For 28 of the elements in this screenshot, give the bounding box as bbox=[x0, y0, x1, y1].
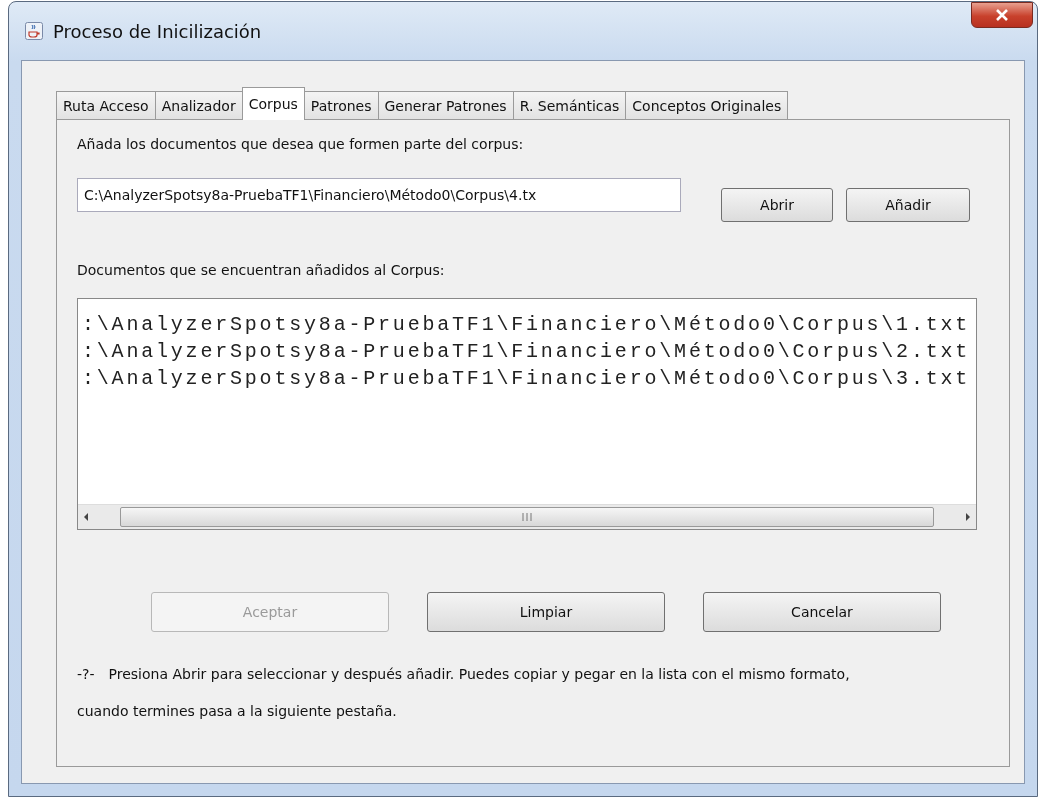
cancel-button[interactable]: Cancelar bbox=[703, 592, 941, 632]
window-title: Proceso de Inicilización bbox=[53, 20, 262, 42]
path-field[interactable]: C:\AnalyzerSpotsy8a-PruebaTF1\Financiero\Método0\Corpus\4.tx bbox=[77, 178, 681, 212]
tab[interactable]: Generar Patrones bbox=[377, 91, 514, 119]
close-icon bbox=[995, 9, 1009, 21]
help-text: -?- Presiona Abrir para seleccionar y después añadir. Puedes copiar y pegar en la lista con el mismo formato, cuando termines pasa a la siguiente pestaña. bbox=[77, 665, 851, 721]
grip-icon bbox=[521, 513, 533, 521]
horizontal-scrollbar[interactable] bbox=[78, 504, 976, 529]
documents-list-label: Documentos que se encuentran añadidos al Corpus: bbox=[77, 262, 446, 278]
tab[interactable]: Conceptos Originales bbox=[625, 91, 789, 119]
document-path[interactable]: :\AnalyzerSpotsy8a-PruebaTF1\Financiero\Método0\Corpus\1.txt bbox=[78, 311, 971, 338]
add-button[interactable]: Añadir bbox=[846, 188, 970, 222]
add-documents-label: Añada los documentos que desea que formen parte del corpus: bbox=[77, 136, 525, 152]
tab[interactable]: Corpus bbox=[241, 87, 305, 120]
tab[interactable]: Analizador bbox=[154, 91, 243, 119]
tab[interactable]: Patrones bbox=[303, 91, 379, 119]
scroll-thumb[interactable] bbox=[120, 507, 934, 527]
open-button[interactable]: Abrir bbox=[721, 188, 833, 222]
tab[interactable]: R. Semánticas bbox=[512, 91, 627, 119]
close-button[interactable] bbox=[971, 2, 1033, 28]
document-path[interactable]: :\AnalyzerSpotsy8a-PruebaTF1\Financiero\Método0\Corpus\3.txt bbox=[78, 365, 971, 392]
document-path[interactable]: :\AnalyzerSpotsy8a-PruebaTF1\Financiero\Método0\Corpus\2.txt bbox=[78, 338, 971, 365]
clear-button[interactable]: Limpiar bbox=[427, 592, 665, 632]
cup-icon bbox=[25, 22, 43, 40]
documents-list[interactable]: :\AnalyzerSpotsy8a-PruebaTF1\Financiero\Método0\Corpus\1.txt :\AnalyzerSpotsy8a-PruebaTF1\Financiero\Método0\Corpus\2.txt :\AnalyzerSpotsy8a-PruebaTF1\Financiero\Método0\Corpus\3.txt bbox=[77, 298, 977, 530]
scroll-left-icon[interactable] bbox=[82, 512, 90, 522]
scroll-right-icon[interactable] bbox=[964, 512, 972, 522]
tab[interactable]: Ruta Acceso bbox=[56, 91, 156, 119]
